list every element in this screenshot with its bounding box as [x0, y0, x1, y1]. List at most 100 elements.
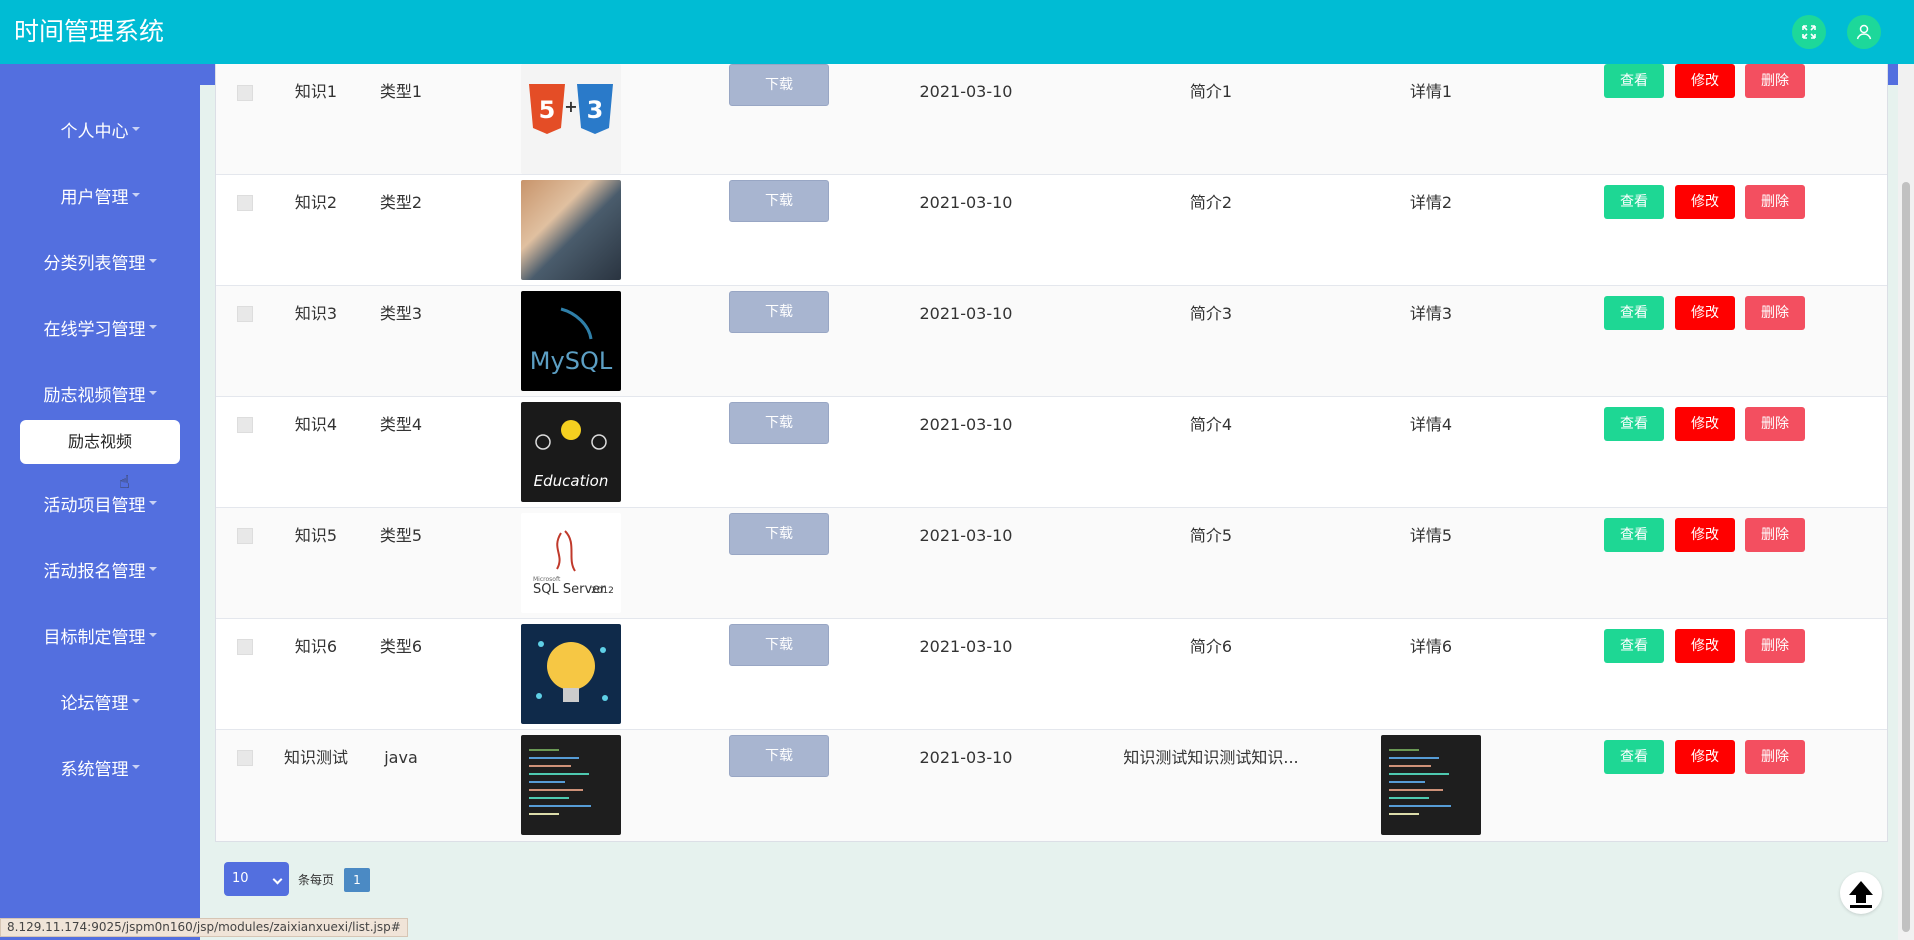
row-checkbox[interactable] — [237, 306, 253, 322]
chevron-down-icon — [272, 874, 283, 885]
thumbnail-html5-css3: 5 + 3 — [521, 64, 621, 174]
download-button[interactable]: 下载 — [729, 64, 829, 106]
cell-intro: 简介4 — [1189, 415, 1233, 434]
row-checkbox[interactable] — [237, 750, 253, 766]
sidebar-item-label: 在线学习管理 — [43, 320, 146, 340]
caret-down-icon — [148, 633, 157, 637]
cell-date: 2021-03-10 — [919, 637, 1013, 656]
cell-type: 类型4 — [379, 415, 423, 434]
cell-name: 知识3 — [294, 304, 338, 323]
view-button[interactable]: 查看 — [1604, 64, 1664, 98]
sidebar-item-label: 个人中心 — [60, 122, 129, 142]
download-button[interactable]: 下载 — [729, 291, 829, 333]
app-title: 时间管理系统 — [14, 17, 165, 46]
app-header: 时间管理系统 — [0, 0, 1914, 64]
row-checkbox[interactable] — [237, 85, 253, 101]
view-button[interactable]: 查看 — [1604, 407, 1664, 441]
cell-name: 知识2 — [294, 193, 338, 212]
data-table: 知识1 类型1 5 + 3 下载 2021-03-10 简介1 详情1 查看 修… — [215, 64, 1888, 842]
delete-button[interactable]: 删除 — [1745, 740, 1805, 774]
sidebar-item-activity-project[interactable]: 活动项目管理 — [0, 494, 200, 518]
thumbnail-mysql: MySQL — [521, 291, 621, 391]
thumbnail-education: Education — [521, 402, 621, 502]
view-button[interactable]: 查看 — [1604, 740, 1664, 774]
edit-button[interactable]: 修改 — [1675, 629, 1735, 663]
page-size-select[interactable]: 10 — [224, 862, 289, 896]
cell-name: 知识5 — [294, 526, 338, 545]
caret-down-icon — [148, 501, 157, 505]
cell-type: 类型2 — [379, 193, 423, 212]
row-checkbox[interactable] — [237, 528, 253, 544]
edit-button[interactable]: 修改 — [1675, 296, 1735, 330]
download-button[interactable]: 下载 — [729, 180, 829, 222]
scrollbar-thumb[interactable] — [1902, 182, 1910, 932]
sidebar-item-label: 励志视频管理 — [43, 386, 146, 406]
thumbnail-lightbulb — [521, 624, 621, 724]
caret-down-icon — [131, 193, 140, 197]
sidebar-item-label: 论坛管理 — [60, 694, 129, 714]
thumbnail-laptop — [521, 180, 621, 280]
sidebar-item-personal-center[interactable]: 个人中心 — [0, 120, 200, 144]
edit-button[interactable]: 修改 — [1675, 407, 1735, 441]
sidebar-item-forum[interactable]: 论坛管理 — [0, 692, 200, 716]
delete-button[interactable]: 删除 — [1745, 64, 1805, 98]
svg-text:3: 3 — [587, 96, 604, 124]
mysql-wordmark: MySQL — [530, 347, 613, 375]
sidebar-item-online-learning[interactable]: 在线学习管理 — [0, 318, 200, 342]
row-checkbox[interactable] — [237, 639, 253, 655]
cell-type: 类型6 — [379, 637, 423, 656]
back-to-top-button[interactable] — [1840, 872, 1882, 914]
sidebar-subitem-video[interactable]: 励志视频 — [20, 420, 180, 464]
cell-intro: 知识测试知识测试知识... — [1123, 748, 1299, 767]
table-row: 知识3 类型3 MySQL 下载 2021-03-10 简介3 详情3 查看 修… — [216, 286, 1887, 397]
delete-button[interactable]: 删除 — [1745, 518, 1805, 552]
cell-date: 2021-03-10 — [919, 304, 1013, 323]
table-row: 知识2 类型2 下载 2021-03-10 简介2 详情2 查看 修改 删除 — [216, 175, 1887, 286]
sidebar-item-label: 活动报名管理 — [43, 562, 146, 582]
view-button[interactable]: 查看 — [1604, 185, 1664, 219]
cell-type: 类型1 — [379, 82, 423, 101]
cell-date: 2021-03-10 — [919, 748, 1013, 767]
cell-type: 类型5 — [379, 526, 423, 545]
delete-button[interactable]: 删除 — [1745, 296, 1805, 330]
sidebar-item-label: 用户管理 — [60, 188, 129, 208]
fullscreen-button[interactable] — [1792, 15, 1826, 49]
cell-intro: 简介2 — [1189, 193, 1233, 212]
edit-button[interactable]: 修改 — [1675, 185, 1735, 219]
sidebar-item-category-management[interactable]: 分类列表管理 — [0, 252, 200, 276]
thumbnail-sqlserver: Microsoft SQL Server 2012 — [521, 513, 621, 613]
delete-button[interactable]: 删除 — [1745, 629, 1805, 663]
cell-detail: 详情6 — [1409, 637, 1453, 656]
table-row: 知识4 类型4 Education 下载 2021-03-10 简介4 详情4 … — [216, 397, 1887, 508]
svg-text:+: + — [564, 97, 577, 116]
sidebar-item-video-management[interactable]: 励志视频管理 — [0, 384, 200, 408]
cell-date: 2021-03-10 — [919, 193, 1013, 212]
edit-button[interactable]: 修改 — [1675, 64, 1735, 98]
sidebar-item-goal-management[interactable]: 目标制定管理 — [0, 626, 200, 650]
cell-type: 类型3 — [379, 304, 423, 323]
delete-button[interactable]: 删除 — [1745, 407, 1805, 441]
edit-button[interactable]: 修改 — [1675, 518, 1735, 552]
status-bar-url: 8.129.11.174:9025/jspm0n160/jsp/modules/… — [0, 918, 408, 937]
cell-date: 2021-03-10 — [919, 82, 1013, 101]
sidebar-item-user-management[interactable]: 用户管理 — [0, 186, 200, 210]
download-button[interactable]: 下载 — [729, 402, 829, 444]
table-row: 知识1 类型1 5 + 3 下载 2021-03-10 简介1 详情1 查看 修… — [216, 64, 1887, 175]
view-button[interactable]: 查看 — [1604, 296, 1664, 330]
download-button[interactable]: 下载 — [729, 735, 829, 777]
download-button[interactable]: 下载 — [729, 513, 829, 555]
svg-text:5: 5 — [539, 96, 556, 124]
vertical-scrollbar[interactable] — [1898, 64, 1914, 940]
user-menu-button[interactable] — [1847, 15, 1881, 49]
row-checkbox[interactable] — [237, 195, 253, 211]
delete-button[interactable]: 删除 — [1745, 185, 1805, 219]
view-button[interactable]: 查看 — [1604, 629, 1664, 663]
edit-button[interactable]: 修改 — [1675, 740, 1735, 774]
view-button[interactable]: 查看 — [1604, 518, 1664, 552]
row-checkbox[interactable] — [237, 417, 253, 433]
sidebar-item-activity-signup[interactable]: 活动报名管理 — [0, 560, 200, 584]
page-size-value: 10 — [232, 871, 249, 886]
sidebar-item-system[interactable]: 系统管理 — [0, 758, 200, 782]
page-number-button[interactable]: 1 — [344, 868, 370, 892]
download-button[interactable]: 下载 — [729, 624, 829, 666]
